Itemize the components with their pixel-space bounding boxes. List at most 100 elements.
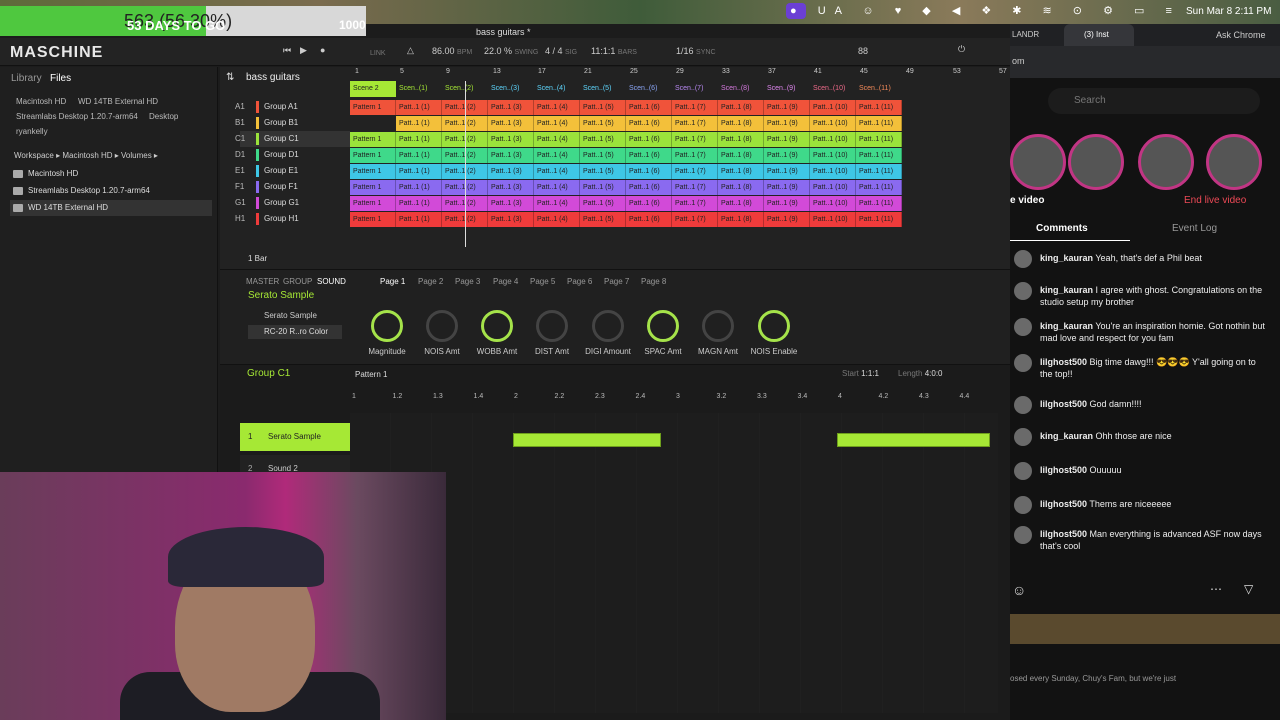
favorite-ryankelly[interactable]: ryankelly bbox=[16, 127, 48, 136]
filter-icon[interactable]: ▽ bbox=[1244, 582, 1253, 596]
ruler-bar-number[interactable]: 9 bbox=[446, 68, 450, 75]
pattern-ruler-tick[interactable]: 1.2 bbox=[393, 393, 403, 400]
commenter-avatar[interactable] bbox=[1014, 396, 1032, 414]
pattern-ruler-tick[interactable]: 4.2 bbox=[879, 393, 889, 400]
group-row[interactable]: G1 Group G1 bbox=[235, 195, 350, 211]
ruler-bar-number[interactable]: 17 bbox=[538, 68, 546, 75]
pattern-clip[interactable]: Patt..1 (5) bbox=[580, 132, 626, 147]
folder-macintosh-hd[interactable]: Macintosh HD bbox=[10, 166, 212, 182]
pattern-clip[interactable]: Patt..1 (7) bbox=[672, 180, 718, 195]
emoji-icon[interactable]: ☺ bbox=[1012, 582, 1026, 598]
pattern-ruler-tick[interactable]: 4.3 bbox=[919, 393, 929, 400]
tab-sound[interactable]: SOUND bbox=[317, 277, 346, 286]
pattern-clip[interactable]: Patt..1 (6) bbox=[626, 148, 672, 163]
group-row[interactable]: B1 Group B1 bbox=[235, 115, 350, 131]
parameter-knob[interactable] bbox=[481, 310, 513, 342]
pattern-ruler-tick[interactable]: 3.3 bbox=[757, 393, 767, 400]
ruler-bar-number[interactable]: 21 bbox=[584, 68, 592, 75]
pattern-clip[interactable]: Patt..1 (3) bbox=[488, 164, 534, 179]
ask-chrome-button[interactable]: Ask Chrome bbox=[1216, 30, 1266, 40]
group-row[interactable]: F1 Group F1 bbox=[235, 179, 350, 195]
record-icon[interactable]: ● bbox=[320, 45, 325, 55]
link-button[interactable]: LINK bbox=[370, 50, 386, 57]
length-value[interactable]: 4:0:0 bbox=[925, 369, 943, 378]
menu-bar-status-icons[interactable]: ● UA ☺ ♥ ◆ ◀ ❖ ✱ ≋ ⊙ ⚙ ▭ ≡ bbox=[790, 4, 1181, 17]
commenter-avatar[interactable] bbox=[1014, 496, 1032, 514]
pattern-clip[interactable]: Patt..1 (4) bbox=[534, 212, 580, 227]
group-row[interactable]: D1 Group D1 bbox=[235, 147, 350, 163]
pattern-clip[interactable]: Patt..1 (4) bbox=[534, 148, 580, 163]
pattern-ruler-tick[interactable]: 4.4 bbox=[960, 393, 970, 400]
pattern-clip[interactable]: Patt..1 (1) bbox=[396, 164, 442, 179]
comment-username[interactable]: lilghost500 bbox=[1040, 499, 1087, 509]
end-live-button[interactable]: End live video bbox=[1184, 195, 1246, 206]
pattern-clip[interactable]: Patt..1 (7) bbox=[672, 148, 718, 163]
pattern-clip[interactable]: Patt..1 (6) bbox=[626, 180, 672, 195]
pattern-clip[interactable]: Patt..1 (1) bbox=[396, 100, 442, 115]
tab-comments[interactable]: Comments bbox=[1036, 223, 1088, 234]
pattern-clip[interactable]: Patt..1 (10) bbox=[810, 212, 856, 227]
favorite-wd-14tb[interactable]: WD 14TB External HD bbox=[78, 97, 158, 106]
parameter-knob[interactable] bbox=[647, 310, 679, 342]
pattern-clip[interactable]: Patt..1 (9) bbox=[764, 116, 810, 131]
pattern-clip[interactable]: Patt..1 (9) bbox=[764, 180, 810, 195]
scene-header[interactable]: Scen..(3) bbox=[488, 81, 534, 97]
pattern-clip[interactable]: Patt..1 (5) bbox=[580, 196, 626, 211]
ruler-bar-number[interactable]: 13 bbox=[493, 68, 501, 75]
tab-library[interactable]: Library bbox=[11, 73, 42, 84]
favorite-streamlabs[interactable]: Streamlabs Desktop 1.20.7-arm64 bbox=[16, 112, 138, 121]
rewind-icon[interactable]: ⏮ bbox=[283, 45, 291, 56]
arranger-settings-icon[interactable]: ⇅ bbox=[226, 72, 234, 83]
pattern-ruler-tick[interactable]: 1 bbox=[352, 393, 356, 400]
play-icon[interactable]: ▶ bbox=[300, 45, 307, 56]
pattern-clip[interactable]: Patt..1 (8) bbox=[718, 100, 764, 115]
pattern-clip[interactable]: Patt..1 (5) bbox=[580, 148, 626, 163]
pattern-clip[interactable]: Patt..1 (9) bbox=[764, 148, 810, 163]
pattern-clip[interactable]: Patt..1 (6) bbox=[626, 116, 672, 131]
pattern-ruler-tick[interactable]: 4 bbox=[838, 393, 842, 400]
tab-files[interactable]: Files bbox=[50, 73, 71, 84]
pattern-clip[interactable]: Patt..1 (8) bbox=[718, 164, 764, 179]
ruler-bar-number[interactable]: 41 bbox=[814, 68, 822, 75]
address-bar[interactable]: om bbox=[1010, 46, 1280, 78]
scene-header[interactable]: Scen..(10) bbox=[810, 81, 856, 97]
quantize-value[interactable]: 1/16 bbox=[676, 46, 694, 56]
pattern-clip[interactable]: Patt..1 (8) bbox=[718, 116, 764, 131]
favorite-macintosh-hd[interactable]: Macintosh HD bbox=[16, 97, 66, 106]
comment-username[interactable]: king_kauran bbox=[1040, 431, 1093, 441]
pattern-clip[interactable]: Patt..1 (3) bbox=[488, 132, 534, 147]
scene-header[interactable]: Scen..(1) bbox=[396, 81, 442, 97]
pattern-clip[interactable]: Patt..1 (1) bbox=[396, 180, 442, 195]
pattern-clip[interactable]: Patt..1 (6) bbox=[626, 132, 672, 147]
parameter-knob[interactable] bbox=[702, 310, 734, 342]
favorite-desktop[interactable]: Desktop bbox=[149, 112, 178, 121]
pattern-clip[interactable]: Patt..1 (11) bbox=[856, 212, 902, 227]
pattern-clip[interactable]: Patt..1 (7) bbox=[672, 132, 718, 147]
scene-header[interactable]: Scen..(11) bbox=[856, 81, 902, 97]
pattern-clip[interactable]: Patt..1 (8) bbox=[718, 180, 764, 195]
pattern-clip[interactable]: Patt..1 (3) bbox=[488, 212, 534, 227]
scene-header[interactable]: Scene 2 bbox=[350, 81, 396, 97]
pattern-clip[interactable]: Patt..1 (10) bbox=[810, 100, 856, 115]
pattern-clip[interactable]: Patt..1 (11) bbox=[856, 148, 902, 163]
page-tab[interactable]: Page 5 bbox=[530, 277, 555, 286]
more-icon[interactable]: ⋯ bbox=[1210, 582, 1222, 596]
comment-username[interactable]: lilghost500 bbox=[1040, 529, 1087, 539]
pattern-ruler-tick[interactable]: 1.4 bbox=[474, 393, 484, 400]
pattern-ruler-tick[interactable]: 2 bbox=[514, 393, 518, 400]
comment-username[interactable]: lilghost500 bbox=[1040, 399, 1087, 409]
pattern-ruler-tick[interactable]: 2.4 bbox=[636, 393, 646, 400]
plugin-slot-1[interactable]: Serato Sample bbox=[264, 311, 317, 320]
pattern-name[interactable]: Pattern 1 bbox=[355, 370, 387, 379]
pattern-clip[interactable]: Patt..1 (3) bbox=[488, 100, 534, 115]
pattern-clip[interactable]: Patt..1 (4) bbox=[534, 180, 580, 195]
comment-username[interactable]: lilghost500 bbox=[1040, 357, 1087, 367]
playhead[interactable] bbox=[465, 81, 466, 247]
pattern-clip[interactable]: Patt..1 (10) bbox=[810, 180, 856, 195]
pattern-clip[interactable]: Patt..1 (9) bbox=[764, 132, 810, 147]
group-row[interactable]: A1 Group A1 bbox=[235, 99, 350, 115]
parameter-knob[interactable] bbox=[758, 310, 790, 342]
group-row[interactable]: H1 Group H1 bbox=[235, 211, 350, 227]
menu-bar-clock[interactable]: Sun Mar 8 2:11 PM bbox=[1186, 6, 1271, 17]
start-value[interactable]: 1:1:1 bbox=[861, 369, 879, 378]
